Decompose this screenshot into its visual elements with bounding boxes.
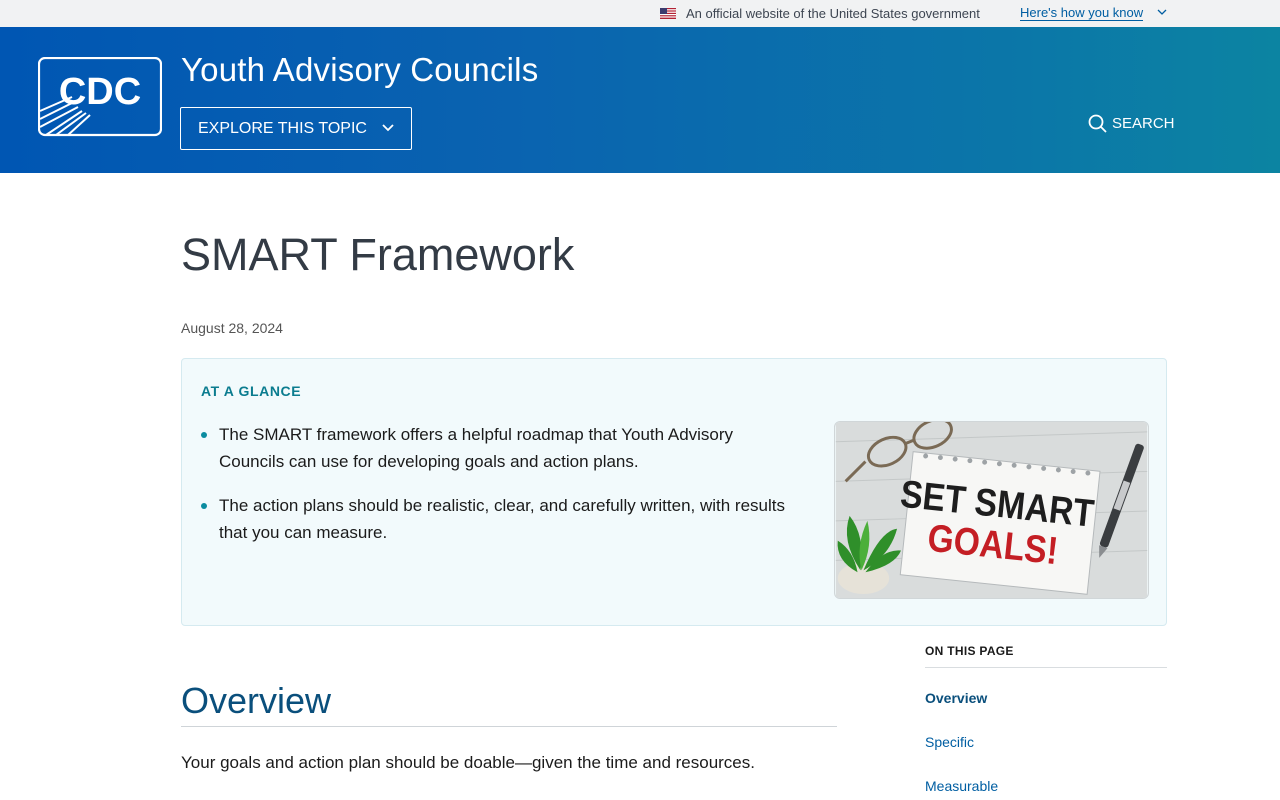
svg-text:CDC: CDC [59,71,141,113]
publish-date: August 28, 2024 [181,320,283,336]
on-this-page-nav: ON THIS PAGE Overview Specific Measurabl… [925,644,1167,794]
site-header: CDC Youth Advisory Councils EXPLORE THIS… [0,27,1280,173]
on-this-page-heading: ON THIS PAGE [925,644,1167,668]
list-item: The SMART framework offers a helpful roa… [200,421,800,475]
explore-topic-label: EXPLORE THIS TOPIC [198,120,367,137]
official-website-text: An official website of the United States… [686,6,980,21]
chevron-down-icon [382,124,394,132]
at-a-glance-list: The SMART framework offers a helpful roa… [200,421,800,563]
list-item: The action plans should be realistic, cl… [200,492,800,546]
chevron-down-icon[interactable] [1157,8,1167,16]
at-a-glance-heading: AT A GLANCE [201,383,302,399]
at-a-glance-box: AT A GLANCE The SMART framework offers a… [181,358,1167,626]
search-button[interactable]: SEARCH [1088,113,1175,135]
bullet-icon [201,503,207,509]
explore-topic-button[interactable]: EXPLORE THIS TOPIC [180,107,412,150]
bullet-icon [201,432,207,438]
us-flag-icon [660,8,676,19]
overview-heading: Overview [181,680,837,727]
heres-how-you-know-link[interactable]: Here's how you know [1020,5,1144,21]
page-title: SMART Framework [181,229,575,280]
on-this-page-link-overview[interactable]: Overview [925,690,987,706]
search-icon [1088,114,1107,133]
gov-banner: An official website of the United States… [0,0,1280,27]
search-label: SEARCH [1112,115,1175,132]
list-item-text: The action plans should be realistic, cl… [219,496,785,542]
on-this-page-link-specific[interactable]: Specific [925,734,974,750]
site-title[interactable]: Youth Advisory Councils [181,51,538,89]
cdc-logo[interactable]: CDC [38,57,162,137]
list-item-text: The SMART framework offers a helpful roa… [219,425,734,471]
on-this-page-link-measurable[interactable]: Measurable [925,778,998,794]
set-smart-goals-image: SET SMART GOALS! [834,421,1149,599]
overview-paragraph: Your goals and action plan should be doa… [181,753,755,772]
